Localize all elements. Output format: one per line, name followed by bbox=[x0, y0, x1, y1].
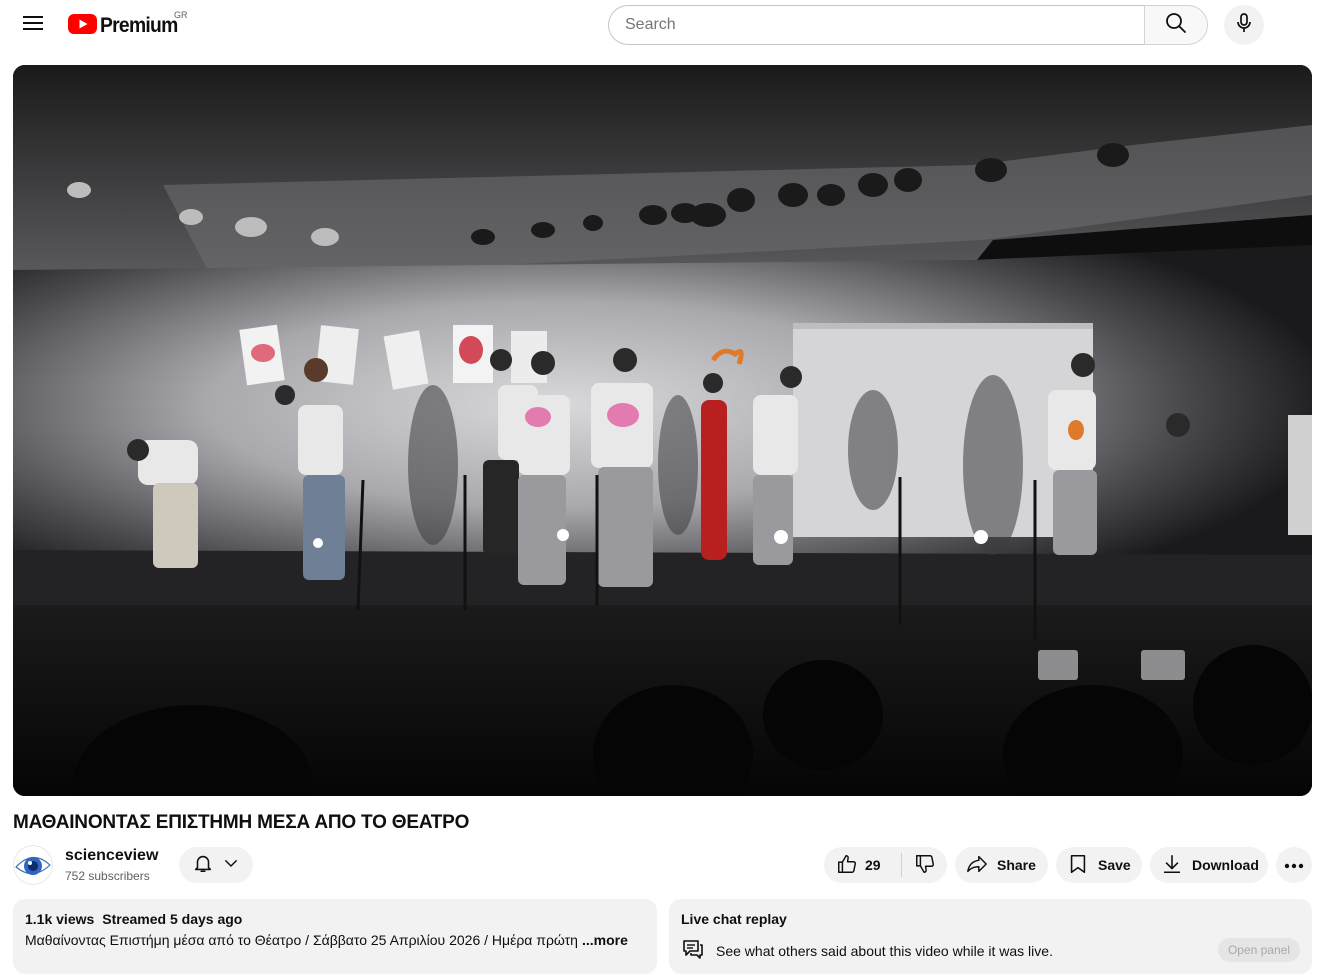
menu-button[interactable] bbox=[13, 5, 53, 45]
chevron-down-icon bbox=[222, 854, 240, 877]
search-box bbox=[608, 5, 1145, 45]
notification-button[interactable] bbox=[179, 847, 253, 883]
more-horizontal-icon bbox=[1284, 856, 1304, 874]
search-icon bbox=[1164, 11, 1188, 40]
chat-title: Live chat replay bbox=[681, 911, 787, 927]
share-button[interactable]: Share bbox=[955, 847, 1048, 883]
like-dislike-group: 29 bbox=[824, 847, 947, 883]
logo-text: Premium bbox=[100, 14, 178, 37]
download-button[interactable]: Download bbox=[1150, 847, 1268, 883]
thumbs-down-icon bbox=[914, 853, 936, 878]
chat-icon bbox=[681, 937, 705, 964]
share-icon bbox=[965, 853, 989, 878]
country-code: GR bbox=[174, 10, 188, 20]
subscriber-count: 752 subscribers bbox=[65, 869, 150, 883]
like-count: 29 bbox=[865, 857, 881, 873]
masthead: Premium GR bbox=[0, 0, 1321, 56]
download-icon bbox=[1161, 853, 1183, 878]
open-panel-button[interactable]: Open panel bbox=[1217, 938, 1300, 962]
like-button[interactable]: 29 bbox=[824, 847, 901, 883]
menu-icon bbox=[23, 15, 43, 36]
description-more-button[interactable]: ...more bbox=[582, 932, 628, 948]
channel-avatar[interactable] bbox=[13, 845, 53, 885]
description-text: Μαθαίνοντας Επιστήμη μέσα από το Θέατρο … bbox=[25, 932, 578, 948]
chat-info-row: See what others said about this video wh… bbox=[681, 937, 1053, 964]
video-player[interactable] bbox=[13, 65, 1312, 796]
eye-logo-icon bbox=[13, 845, 53, 885]
description-snippet: Μαθαίνοντας Επιστήμη μέσα από το Θέατρο … bbox=[25, 932, 645, 948]
youtube-logo[interactable]: Premium bbox=[68, 12, 184, 40]
chat-subtitle: See what others said about this video wh… bbox=[716, 942, 1053, 959]
search-input[interactable] bbox=[625, 16, 1145, 34]
view-count: 1.1k views bbox=[25, 911, 95, 927]
voice-search-button[interactable] bbox=[1224, 5, 1264, 45]
bookmark-icon bbox=[1067, 853, 1089, 878]
search-button[interactable] bbox=[1144, 5, 1208, 45]
description-meta: 1.1k views Streamed 5 days ago bbox=[25, 911, 645, 927]
bell-icon bbox=[192, 852, 214, 879]
youtube-logo-icon bbox=[68, 13, 97, 39]
save-label: Save bbox=[1098, 857, 1131, 873]
share-label: Share bbox=[997, 857, 1036, 873]
microphone-icon bbox=[1232, 11, 1256, 40]
video-title: ΜΑΘΑΙΝΟΝΤΑΣ ΕΠΙΣΤΗΜΗ ΜΕΣΑ ΑΠΟ ΤΟ ΘΕΑΤΡΟ bbox=[13, 812, 470, 833]
download-label: Download bbox=[1192, 857, 1259, 873]
more-actions-button[interactable] bbox=[1276, 847, 1312, 883]
video-frame bbox=[13, 65, 1312, 796]
live-chat-replay: Live chat replay See what others said ab… bbox=[669, 899, 1312, 974]
save-button[interactable]: Save bbox=[1056, 847, 1142, 883]
channel-name[interactable]: scienceview bbox=[65, 847, 158, 865]
thumbs-up-icon bbox=[836, 853, 858, 878]
description-box[interactable]: 1.1k views Streamed 5 days ago Μαθαίνοντ… bbox=[13, 899, 657, 974]
dislike-button[interactable] bbox=[902, 847, 947, 883]
streamed-date: Streamed 5 days ago bbox=[102, 911, 243, 927]
